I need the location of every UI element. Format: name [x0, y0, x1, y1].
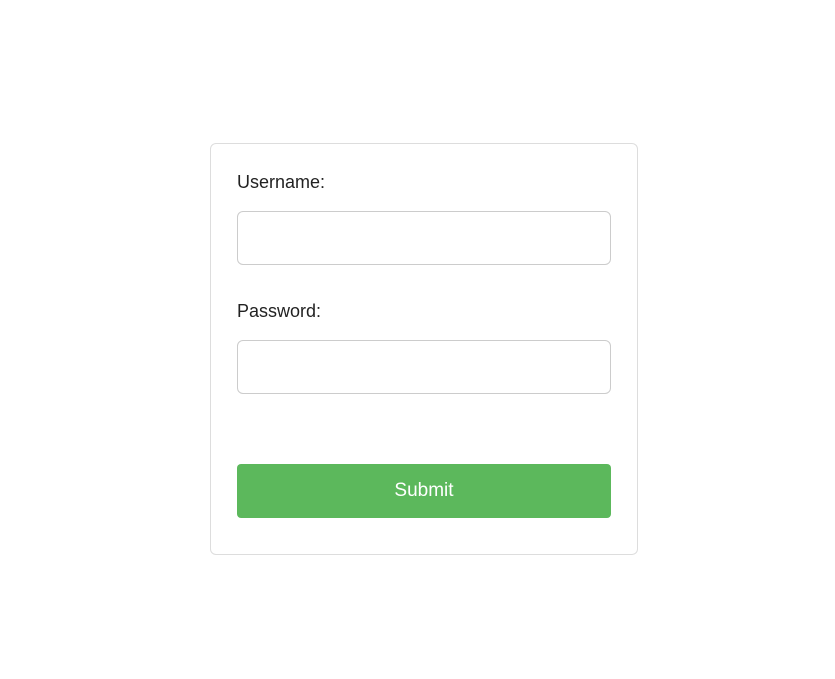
username-input[interactable] [237, 211, 611, 265]
username-label: Username: [237, 172, 611, 193]
login-form: Username: Password: Submit [210, 143, 638, 555]
password-group: Password: [237, 301, 611, 394]
password-input[interactable] [237, 340, 611, 394]
password-label: Password: [237, 301, 611, 322]
submit-button[interactable]: Submit [237, 464, 611, 518]
username-group: Username: [237, 172, 611, 265]
